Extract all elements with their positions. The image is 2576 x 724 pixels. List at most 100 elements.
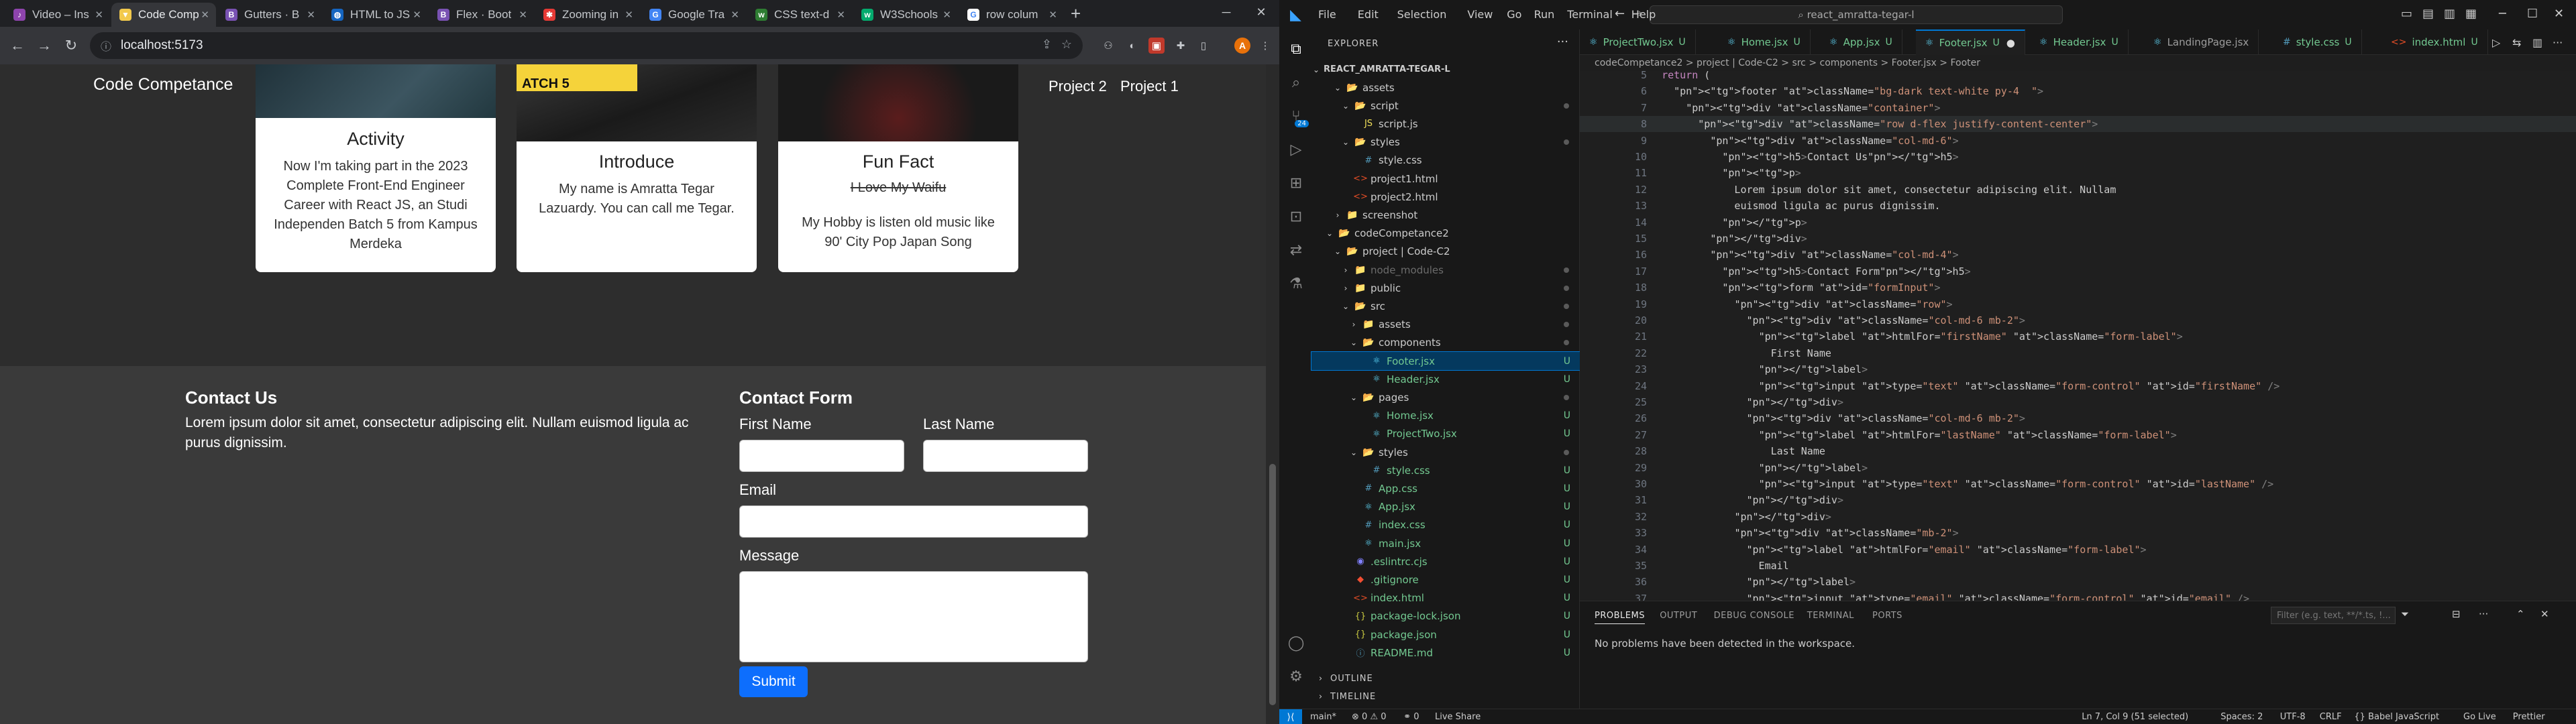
code-line[interactable]: 22 First Name [1580, 345, 2576, 361]
tree-item[interactable]: ⌄ 📂 script [1311, 97, 1580, 115]
live-share-icon[interactable]: ⇄ [1286, 240, 1306, 260]
account-icon[interactable]: ◯ [1286, 633, 1306, 653]
editor-tab[interactable]: ⚛ LandingPage.jsx [2144, 29, 2259, 55]
code-line[interactable]: 24 "pn"><"tg">input "at">type="text" "at… [1580, 378, 2576, 394]
browser-tab[interactable]: ♪ Video – Ins ✕ [5, 3, 110, 27]
page-scrollbar[interactable] [1266, 64, 1279, 724]
close-icon[interactable]: ✕ [2554, 7, 2564, 21]
site-info-icon[interactable]: ⓘ [101, 38, 111, 54]
address-bar[interactable]: ⓘ localhost:5173 ⇪ ☆ [90, 32, 1083, 59]
url-text[interactable]: localhost:5173 [121, 38, 203, 53]
tree-item[interactable]: › 📁 assets [1311, 316, 1580, 334]
tree-item[interactable]: ⌄ 📂 project | Code-C2 [1311, 243, 1580, 261]
code-line[interactable]: 15 "pn"></"tg">div> [1580, 231, 2576, 247]
menu-item[interactable]: Selection [1397, 8, 1447, 21]
code-line[interactable]: 16 "pn"><"tg">div "at">className="col-md… [1580, 247, 2576, 263]
command-center-search[interactable]: ⌕ react_amratta-tegar-l [1650, 5, 2063, 24]
problems-filter-input[interactable]: Filter (e.g. text, **/*.ts, !... [2271, 607, 2396, 624]
menu-item[interactable]: Terminal [1567, 8, 1613, 21]
panel-tab[interactable]: DEBUG CONSOLE [1714, 611, 1794, 621]
code-line[interactable]: 5 return ( [1580, 71, 2576, 83]
collapse-all-icon[interactable]: ⊟ [2452, 608, 2461, 620]
status-item[interactable]: ⚭ 0 [1403, 712, 1419, 722]
code-line[interactable]: 9 "pn"><"tg">div "at">className="col-md-… [1580, 133, 2576, 149]
tab-close-icon[interactable]: ✕ [837, 9, 845, 21]
browser-tab[interactable]: w W3Schools ✕ [853, 3, 958, 27]
code-line[interactable]: 14 "pn"></"tg">p> [1580, 215, 2576, 231]
new-tab-button[interactable]: + [1071, 4, 1081, 23]
code-line[interactable]: 11 "pn"><"tg">p> [1580, 165, 2576, 181]
editor-tab[interactable]: ⚛ Home.jsx U [1718, 29, 1811, 55]
extensions-icon[interactable]: ⊞ [1286, 173, 1306, 193]
tab-close-icon[interactable]: ✕ [1049, 9, 1057, 21]
run-debug-icon[interactable]: ▷ [1286, 139, 1306, 160]
tree-item[interactable]: ⚛ main.jsx U [1311, 534, 1580, 552]
panel-tab[interactable]: PROBLEMS [1595, 611, 1645, 624]
tree-item[interactable]: # style.css [1311, 152, 1580, 170]
tree-item[interactable]: {} package-lock.json U [1311, 607, 1580, 625]
email-input[interactable] [739, 505, 1088, 538]
last-name-input[interactable] [923, 440, 1088, 472]
code-line[interactable]: 31 "pn"></"tg">div> [1580, 492, 2576, 508]
extensions-puzzle-icon[interactable]: ✚ [1173, 38, 1189, 54]
code-line[interactable]: 23 "pn"></"tg">label> [1580, 361, 2576, 377]
tree-item[interactable]: {} package.json U [1311, 625, 1580, 644]
tree-item[interactable]: <> project1.html [1311, 170, 1580, 188]
tree-item[interactable]: # index.css U [1311, 516, 1580, 534]
menu-item[interactable]: File [1318, 8, 1336, 21]
code-line[interactable]: 28 Last Name [1580, 443, 2576, 459]
minimize-button[interactable]: ─ [1208, 0, 1245, 24]
code-line[interactable]: 20 "pn"><"tg">div "at">className="col-md… [1580, 312, 2576, 328]
tree-item[interactable]: ⌄ 📂 components [1311, 334, 1580, 352]
tab-close-icon[interactable]: ✕ [95, 9, 103, 21]
status-item[interactable]: UTF-8 [2280, 712, 2306, 722]
editor-tab[interactable]: ⚛ Header.jsx U [2030, 29, 2129, 55]
menu-item[interactable]: View [1467, 8, 1493, 21]
browser-tab[interactable]: B Flex · Boot ✕ [429, 3, 534, 27]
split-editor-icon[interactable]: ▥ [2532, 36, 2542, 49]
source-control-icon[interactable]: ⑂ 24 [1286, 106, 1309, 127]
code-line[interactable]: 30 "pn"><"tg">input "at">type="text" "at… [1580, 476, 2576, 492]
tree-item[interactable]: ⌄ 📂 styles [1311, 443, 1580, 461]
status-item[interactable]: {} Babel JavaScript [2354, 712, 2439, 722]
chrome-menu-icon[interactable]: ⋮ [1257, 38, 1273, 54]
message-textarea[interactable] [739, 571, 1088, 662]
browser-tab[interactable]: B Gutters · B ✕ [217, 3, 322, 27]
search-icon[interactable]: ⌕ [1286, 72, 1306, 93]
code-line[interactable]: 21 "pn"><"tg">label "at">htmlFor="firstN… [1580, 328, 2576, 345]
nav-project-1[interactable]: Project 1 [1120, 78, 1179, 95]
code-line[interactable]: 10 "pn"><"tg">h5>Contact Us"pn"></"tg">h… [1580, 149, 2576, 165]
menu-item[interactable]: Run [1534, 8, 1555, 21]
code-line[interactable]: 34 "pn"><"tg">label "at">htmlFor="email"… [1580, 542, 2576, 558]
browser-tab[interactable]: ◍ HTML to JS ✕ [323, 3, 428, 27]
close-window-button[interactable]: ✕ [1242, 0, 1280, 24]
panel-tab[interactable]: PORTS [1872, 611, 1902, 621]
reload-icon[interactable]: ↻ [60, 35, 82, 56]
editor-tab[interactable]: ⚛ ProjectTwo.jsx U [1580, 29, 1696, 55]
status-item[interactable]: Go Live [2463, 712, 2496, 722]
status-item[interactable]: ⊗ 0 ⚠ 0 [1352, 712, 1387, 722]
minimize-icon[interactable]: ─ [2499, 7, 2506, 21]
tab-close-icon[interactable]: ✕ [625, 9, 633, 21]
tree-item[interactable]: ⌄ 📂 codeCompetance2 [1311, 225, 1580, 243]
tree-item[interactable]: ⚛ Header.jsx U [1311, 370, 1580, 388]
menu-item[interactable]: Go [1507, 8, 1521, 21]
code-line[interactable]: 36 "pn"></"tg">label> [1580, 574, 2576, 590]
tab-close-icon[interactable]: ✕ [731, 9, 739, 21]
tree-item[interactable]: › 📁 screenshot [1311, 206, 1580, 224]
tree-item[interactable]: ⚛ App.jsx U [1311, 498, 1580, 516]
code-line[interactable]: 17 "pn"><"tg">h5>Contact Form"pn"></"tg"… [1580, 263, 2576, 280]
editor-tab[interactable]: <> index.html U [2381, 29, 2488, 55]
status-item[interactable]: CRLF [2320, 712, 2342, 722]
code-line[interactable]: 27 "pn"><"tg">label "at">htmlFor="lastNa… [1580, 427, 2576, 443]
outline-section[interactable]: › OUTLINE [1311, 670, 1580, 687]
tree-item[interactable]: › 📁 node_modules [1311, 261, 1580, 279]
panel-toggle-icon[interactable]: ▤ [2422, 7, 2434, 21]
run-icon[interactable]: ▷ [2492, 36, 2500, 49]
remote-explorer-icon[interactable]: ⊡ [1286, 206, 1306, 227]
code-line[interactable]: 13 euismod ligula ac purus dignissim. [1580, 198, 2576, 214]
tab-close-icon[interactable]: ✕ [201, 9, 209, 21]
bookmark-star-icon[interactable]: ☆ [1061, 38, 1072, 52]
tree-item[interactable]: ⌄ 📂 pages [1311, 388, 1580, 406]
nav-back-icon[interactable]: ← [1615, 7, 1625, 21]
